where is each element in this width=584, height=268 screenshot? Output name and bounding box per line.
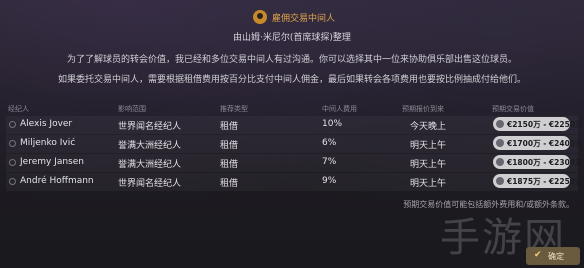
column-header-reach[interactable]: 影响范围 <box>118 104 146 114</box>
expected-value-badge: €2150万 - €2250万 <box>493 117 583 131</box>
row-select-radio[interactable] <box>9 159 16 166</box>
expected-value-badge: €1700万 - €2400万 <box>493 136 583 150</box>
expected-value-text: €1800万 - €2300万 <box>507 158 583 167</box>
dialog-title: 雇佣交易中间人 <box>272 14 336 24</box>
table-row[interactable]: Miljenko Ivić 誉满大洲经纪人 租借 6% 明天上午 €1700万 … <box>0 135 584 153</box>
agent-name: Alexis Jover <box>20 119 73 129</box>
row-select-radio[interactable] <box>9 121 16 128</box>
description-line-2: 如果委托交易中间人，需要根据租借费用按百分比支付中间人佣金，最后如果转会各项费用… <box>57 75 526 85</box>
table-row[interactable]: Alexis Jover 世界闻名经纪人 租借 10% 今天晚上 €2150万 … <box>0 116 584 134</box>
agent-reach: 世界闻名经纪人 <box>118 122 182 132</box>
agent-fee: 9% <box>322 176 337 186</box>
checkmark-icon: ✔ <box>534 250 542 260</box>
expected-value-text: €1700万 - €2400万 <box>507 139 583 148</box>
expected-value-text: €1875万 - €2250万 <box>507 177 583 186</box>
confirm-label: 确定 <box>548 252 564 261</box>
row-select-radio[interactable] <box>9 140 16 147</box>
column-header-eta[interactable]: 预期报价到来 <box>402 104 444 114</box>
agent-name: André Hoffmann <box>20 176 94 186</box>
offer-eta: 今天晚上 <box>410 122 447 132</box>
table-header: 经纪人 影响范围 推荐类型 中间人费用 预期报价到来 预期交易价值 <box>0 102 584 114</box>
recommend-type: 租借 <box>220 141 239 151</box>
row-select-radio[interactable] <box>9 178 16 185</box>
coin-icon <box>496 158 504 166</box>
column-header-agent[interactable]: 经纪人 <box>8 104 29 114</box>
offer-eta: 明天上午 <box>410 179 447 189</box>
column-header-type[interactable]: 推荐类型 <box>220 104 248 114</box>
expected-value-text: €2150万 - €2250万 <box>507 120 583 129</box>
coin-icon <box>496 177 504 185</box>
agent-reach: 誉满大洲经纪人 <box>118 160 182 170</box>
coin-icon <box>496 120 504 128</box>
offer-eta: 明天上午 <box>410 141 447 151</box>
column-header-fee[interactable]: 中间人费用 <box>322 104 357 114</box>
agent-fee: 6% <box>322 138 337 148</box>
agent-fee: 10% <box>322 119 343 129</box>
recommend-type: 租借 <box>220 160 239 170</box>
expected-value-badge: €1800万 - €2300万 <box>493 155 583 169</box>
agent-person-icon <box>253 10 267 24</box>
table-row[interactable]: André Hoffmann 世界闻名经纪人 租借 9% 明天上午 €1875万… <box>0 173 584 191</box>
agent-fee: 7% <box>322 157 337 167</box>
dialog-subtitle: 由山姆·米尼尔(首席球探)整理 <box>233 33 351 43</box>
coin-icon <box>496 139 504 147</box>
description-line-1: 为了了解球员的转会价值，我已经和多位交易中间人有过沟通。你可以选择其中一位来协助… <box>66 55 517 65</box>
recommend-type: 租借 <box>220 179 239 189</box>
recommend-type: 租借 <box>220 122 239 132</box>
agent-reach: 世界闻名经纪人 <box>118 179 182 189</box>
expected-value-badge: €1875万 - €2250万 <box>493 174 583 188</box>
agent-name: Jeremy Jansen <box>20 157 84 167</box>
table-row[interactable]: Jeremy Jansen 誉满大洲经纪人 租借 7% 明天上午 €1800万 … <box>0 154 584 172</box>
agent-name: Miljenko Ivić <box>20 138 76 148</box>
offer-eta: 明天上午 <box>410 160 447 170</box>
agent-reach: 誉满大洲经纪人 <box>118 141 182 151</box>
column-header-value[interactable]: 预期交易价值 <box>492 104 534 114</box>
confirm-button[interactable]: ✔ 确定 <box>526 247 580 265</box>
